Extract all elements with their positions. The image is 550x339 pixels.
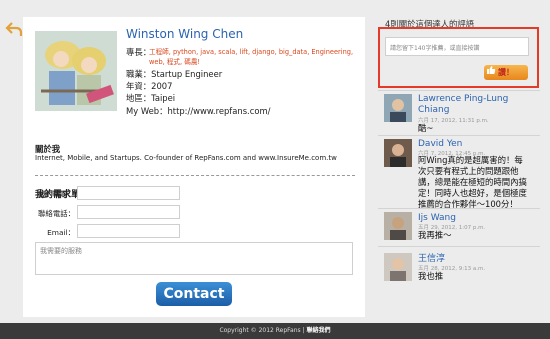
skill-tag[interactable]: Engineering [311,48,351,56]
job-label: 職業： [126,69,152,79]
job-row: 職業：Startup Engineer [126,69,222,80]
years-row: 年資：2007 [126,81,172,92]
reviews-divider [378,90,540,91]
contact-button[interactable]: Contact [156,282,232,306]
page-footer: Copyright © 2012 RepFans | 聯絡我們 [0,323,550,339]
skills-label: 專長： [126,47,151,58]
review-body-line: 講，總是能在極短的時間內搞 [418,177,527,187]
footer-separator: | [302,327,305,334]
skill-tag[interactable]: scala [218,48,235,56]
back-arrow-icon[interactable] [5,20,23,38]
email-field-label: Email： [47,228,75,237]
phone-field-label: 聯絡電話： [38,209,75,218]
review-body-line: 次只要有程式上的問題跟他 [418,166,519,176]
reviewer-avatar[interactable] [384,212,412,240]
reviewer-name-line[interactable]: Chiang [418,105,449,115]
years-value: 2007 [151,81,173,91]
region-label: 地區： [126,93,152,103]
reviews-divider [378,135,540,136]
skill-tag[interactable]: python [173,48,196,56]
reviewer-name[interactable]: Lawrence Ping-Lung Chiang [418,94,508,116]
like-button[interactable]: 讚！ [484,65,528,80]
profile-avatar [35,31,117,111]
skill-tag[interactable]: lift [239,48,247,56]
skill-tag[interactable]: django [252,48,274,56]
reviews-divider [378,246,540,247]
skill-tag[interactable]: web [149,58,163,66]
reviews-divider [378,208,540,209]
job-value: Startup Engineer [151,69,223,79]
comment-input[interactable]: 請您留下140字推薦，或直接按讚 [385,37,529,56]
reviewer-avatar[interactable] [384,253,412,281]
like-label: 讚！ [498,68,514,77]
skills-tag-list: 工程師, python, java, scala, lift, django, … [149,48,354,66]
review-body: 酷~ [418,123,434,133]
thumbs-up-icon [484,65,498,80]
skill-tag[interactable]: 碼農 [184,58,197,66]
review-body: 我再推～ [418,230,452,240]
reviewer-avatar[interactable] [384,139,412,167]
phone-field[interactable] [77,205,180,219]
skill-tag[interactable]: java [200,48,214,56]
web-link[interactable]: http://www.repfans.com/ [167,106,270,116]
section-divider [35,175,355,176]
name-field-label: 我的稱呼： [38,190,75,199]
profile-card: Winston Wing Chen 專長： 工程師, python, java,… [23,17,365,317]
review-body-line: 定！同時人也超好，是個極度 [418,188,527,198]
name-field[interactable] [77,186,180,200]
reviewer-name-line[interactable]: Lawrence Ping-Lung [418,94,508,104]
profile-name[interactable]: Winston Wing Chen [126,27,243,41]
review-body-line: 阿Wing真的是超厲害的！每 [418,155,523,165]
years-label: 年資： [126,81,152,91]
skill-tag[interactable]: big_data [279,48,307,56]
web-row: My Web：http://www.repfans.com/ [126,106,270,117]
skills-label-text: 專長： [126,47,152,57]
footer-copyright: Copyright © 2012 RepFans [219,327,301,334]
review-body: 我也推 [418,271,444,281]
about-text: Internet, Mobile, and Startups. Co-found… [35,154,337,162]
skill-tag[interactable]: 工程師 [149,48,169,56]
email-field[interactable] [77,224,180,238]
web-label: My Web： [126,106,168,116]
service-textarea[interactable]: 我需要的服務 [35,242,353,275]
reviewer-avatar[interactable] [384,94,412,122]
region-row: 地區：Taipei [126,93,175,104]
footer-contact-link[interactable]: 聯絡我們 [307,327,331,334]
review-body: 阿Wing真的是超厲害的！每 次只要有程式上的問題跟他 講，總是能在極短的時間內… [418,155,527,210]
region-value: Taipei [151,93,176,103]
skill-tag[interactable]: 程式 [167,58,180,66]
